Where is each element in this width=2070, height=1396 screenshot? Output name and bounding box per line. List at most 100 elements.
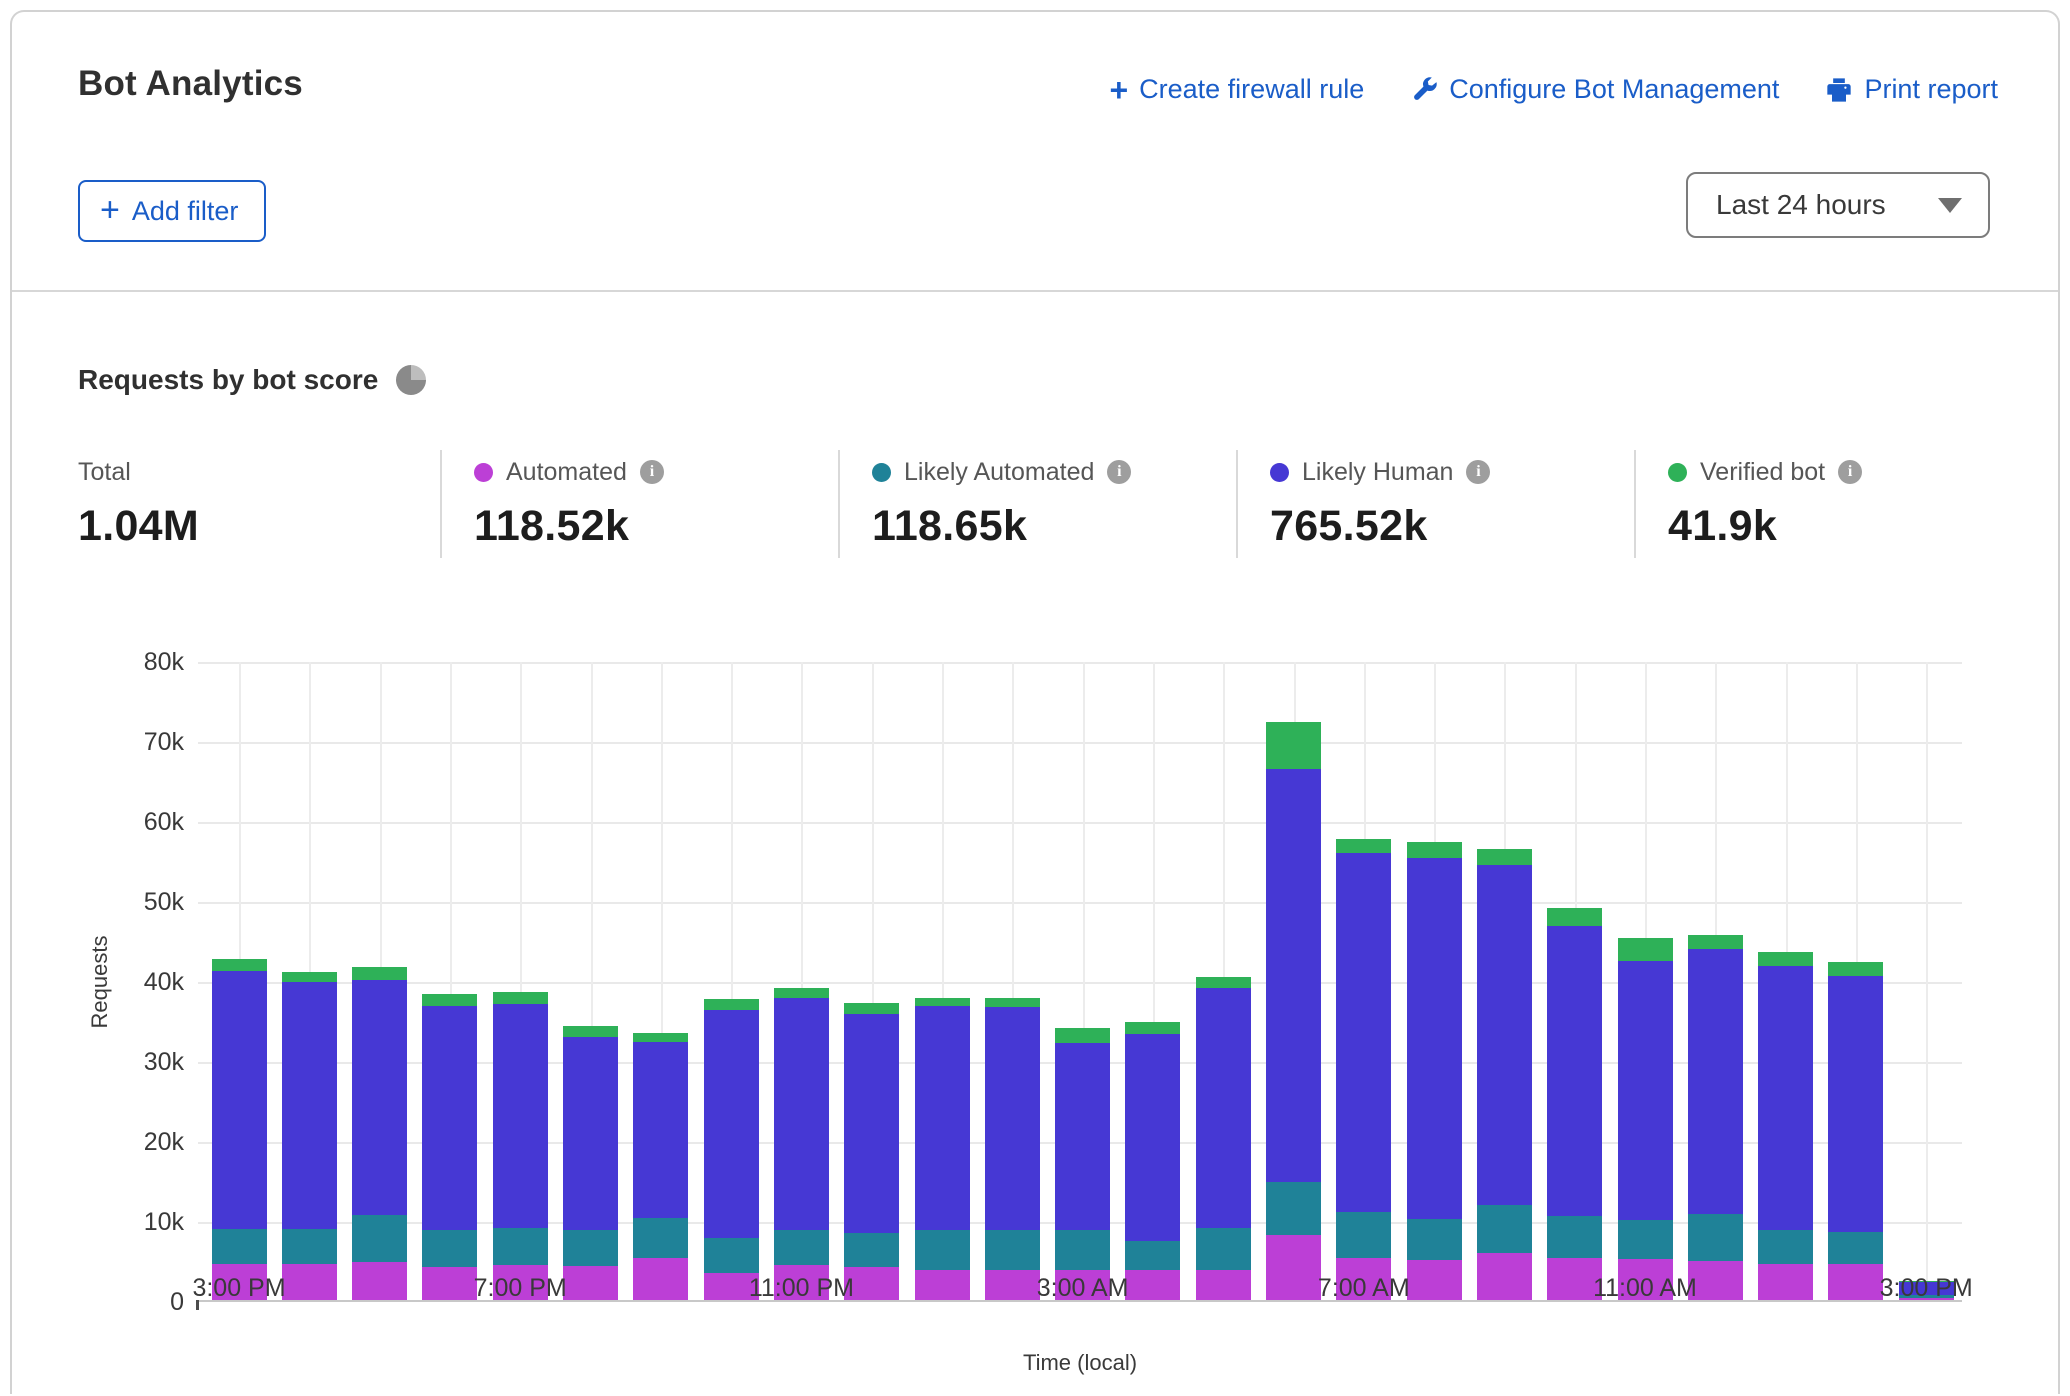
bar-segment-likely-human[interactable] bbox=[212, 971, 267, 1229]
bar-segment-verified-bot[interactable] bbox=[352, 967, 407, 980]
bar-segment-verified-bot[interactable] bbox=[1196, 977, 1251, 988]
bar-segment-verified-bot[interactable] bbox=[493, 992, 548, 1004]
bar-segment-likely-automated[interactable] bbox=[1688, 1214, 1743, 1261]
bar-segment-likely-human[interactable] bbox=[282, 982, 337, 1228]
bar-segment-likely-human[interactable] bbox=[1828, 976, 1883, 1232]
add-filter-button[interactable]: + Add filter bbox=[78, 180, 266, 242]
bar-segment-automated[interactable] bbox=[1196, 1270, 1251, 1300]
bar-segment-automated[interactable] bbox=[1125, 1270, 1180, 1300]
bar-segment-likely-automated[interactable] bbox=[563, 1230, 618, 1266]
bar-segment-automated[interactable] bbox=[1266, 1235, 1321, 1300]
bar-segment-automated[interactable] bbox=[1828, 1264, 1883, 1300]
bar-segment-likely-automated[interactable] bbox=[1266, 1182, 1321, 1235]
bar-segment-likely-automated[interactable] bbox=[1477, 1205, 1532, 1253]
bar-segment-verified-bot[interactable] bbox=[774, 988, 829, 998]
action-label: Configure Bot Management bbox=[1449, 74, 1779, 105]
bar-segment-likely-human[interactable] bbox=[844, 1014, 899, 1233]
bar-segment-likely-automated[interactable] bbox=[1758, 1230, 1813, 1264]
bar-segment-likely-automated[interactable] bbox=[704, 1238, 759, 1272]
bar-segment-likely-automated[interactable] bbox=[1547, 1216, 1602, 1258]
bar-segment-automated[interactable] bbox=[985, 1270, 1040, 1300]
bar-segment-likely-automated[interactable] bbox=[1196, 1228, 1251, 1270]
bar-segment-verified-bot[interactable] bbox=[985, 998, 1040, 1008]
bar-segment-likely-automated[interactable] bbox=[1125, 1241, 1180, 1271]
bar-segment-likely-automated[interactable] bbox=[212, 1229, 267, 1264]
bar-segment-automated[interactable] bbox=[633, 1258, 688, 1300]
info-icon[interactable]: i bbox=[1466, 460, 1490, 484]
bar-segment-verified-bot[interactable] bbox=[1125, 1022, 1180, 1034]
bar-segment-automated[interactable] bbox=[1407, 1260, 1462, 1300]
configure-bot-management-link[interactable]: Configure Bot Management bbox=[1410, 74, 1779, 105]
bar-segment-verified-bot[interactable] bbox=[1477, 849, 1532, 865]
bar-segment-likely-automated[interactable] bbox=[422, 1230, 477, 1267]
bar-segment-automated[interactable] bbox=[282, 1264, 337, 1300]
bar-segment-likely-human[interactable] bbox=[915, 1006, 970, 1229]
bar-segment-verified-bot[interactable] bbox=[704, 999, 759, 1009]
info-icon[interactable]: i bbox=[1838, 460, 1862, 484]
bar-segment-likely-human[interactable] bbox=[1758, 966, 1813, 1230]
bar-segment-verified-bot[interactable] bbox=[1547, 908, 1602, 926]
bar-segment-likely-human[interactable] bbox=[1618, 961, 1673, 1220]
bar-segment-likely-automated[interactable] bbox=[1828, 1232, 1883, 1264]
bar-segment-likely-automated[interactable] bbox=[1336, 1212, 1391, 1258]
gridline-horizontal bbox=[198, 902, 1962, 904]
bar-segment-verified-bot[interactable] bbox=[422, 994, 477, 1006]
bar-segment-likely-automated[interactable] bbox=[282, 1229, 337, 1264]
bar-segment-verified-bot[interactable] bbox=[915, 998, 970, 1007]
bar-segment-likely-automated[interactable] bbox=[493, 1228, 548, 1265]
print-report-link[interactable]: Print report bbox=[1825, 74, 1998, 105]
bar-segment-verified-bot[interactable] bbox=[1055, 1028, 1110, 1043]
bar-segment-automated[interactable] bbox=[352, 1262, 407, 1300]
bar-segment-likely-human[interactable] bbox=[633, 1042, 688, 1218]
bar-segment-verified-bot[interactable] bbox=[1336, 839, 1391, 853]
bar-segment-likely-human[interactable] bbox=[493, 1004, 548, 1228]
bar-segment-likely-human[interactable] bbox=[563, 1037, 618, 1230]
bar-segment-likely-human[interactable] bbox=[1055, 1043, 1110, 1230]
bar-segment-likely-human[interactable] bbox=[1688, 949, 1743, 1214]
bar-segment-likely-human[interactable] bbox=[1477, 865, 1532, 1205]
bar-segment-likely-automated[interactable] bbox=[1407, 1219, 1462, 1260]
bar-segment-verified-bot[interactable] bbox=[1266, 722, 1321, 768]
bar-segment-automated[interactable] bbox=[915, 1270, 970, 1300]
bar-segment-verified-bot[interactable] bbox=[844, 1003, 899, 1014]
bar-segment-likely-human[interactable] bbox=[1125, 1034, 1180, 1241]
bar-segment-verified-bot[interactable] bbox=[1618, 938, 1673, 961]
bar-segment-likely-automated[interactable] bbox=[633, 1218, 688, 1258]
y-tick-label: 0 bbox=[12, 1288, 184, 1316]
bar-segment-likely-human[interactable] bbox=[704, 1010, 759, 1239]
time-range-value: Last 24 hours bbox=[1716, 189, 1886, 221]
info-icon[interactable]: i bbox=[1107, 460, 1131, 484]
bar-segment-likely-human[interactable] bbox=[774, 998, 829, 1229]
create-firewall-rule-link[interactable]: + Create firewall rule bbox=[1109, 74, 1364, 105]
bar-segment-likely-automated[interactable] bbox=[1618, 1220, 1673, 1259]
bar-segment-likely-human[interactable] bbox=[352, 980, 407, 1215]
bar-segment-likely-automated[interactable] bbox=[985, 1230, 1040, 1270]
bar-segment-automated[interactable] bbox=[1758, 1264, 1813, 1300]
bar-segment-likely-human[interactable] bbox=[985, 1007, 1040, 1230]
bar-segment-likely-automated[interactable] bbox=[844, 1233, 899, 1267]
bar-segment-likely-automated[interactable] bbox=[915, 1230, 970, 1270]
bar-segment-likely-human[interactable] bbox=[1266, 769, 1321, 1183]
bar-segment-likely-human[interactable] bbox=[1407, 858, 1462, 1219]
bar-segment-likely-automated[interactable] bbox=[352, 1215, 407, 1262]
bar-segment-automated[interactable] bbox=[1477, 1253, 1532, 1300]
bar-segment-likely-automated[interactable] bbox=[774, 1230, 829, 1265]
bar-segment-verified-bot[interactable] bbox=[563, 1026, 618, 1036]
bar-segment-automated[interactable] bbox=[563, 1266, 618, 1300]
bar-segment-likely-human[interactable] bbox=[422, 1006, 477, 1230]
bar-segment-likely-human[interactable] bbox=[1336, 853, 1391, 1212]
bar-segment-verified-bot[interactable] bbox=[633, 1033, 688, 1043]
bar-segment-verified-bot[interactable] bbox=[1828, 962, 1883, 976]
info-icon[interactable]: i bbox=[640, 460, 664, 484]
bar-segment-automated[interactable] bbox=[422, 1267, 477, 1300]
bar-segment-verified-bot[interactable] bbox=[282, 972, 337, 982]
time-range-select[interactable]: Last 24 hours bbox=[1686, 172, 1990, 238]
bar-segment-verified-bot[interactable] bbox=[212, 959, 267, 971]
bar-segment-likely-human[interactable] bbox=[1196, 988, 1251, 1228]
x-tick-label: 11:00 PM bbox=[749, 1274, 854, 1303]
bar-segment-verified-bot[interactable] bbox=[1758, 952, 1813, 966]
bar-segment-likely-automated[interactable] bbox=[1055, 1230, 1110, 1270]
bar-segment-verified-bot[interactable] bbox=[1688, 935, 1743, 949]
bar-segment-verified-bot[interactable] bbox=[1407, 842, 1462, 859]
bar-segment-likely-human[interactable] bbox=[1547, 926, 1602, 1216]
